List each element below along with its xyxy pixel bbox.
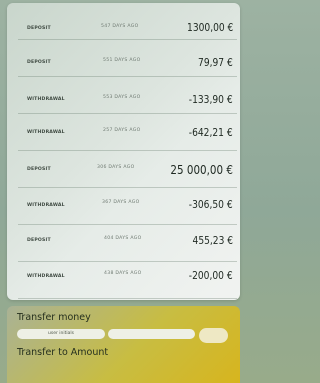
transaction-date: 257 DAYS AGO xyxy=(103,128,141,133)
transaction-row: WITHDRAWAL 553 DAYS AGO -133,90 € xyxy=(18,77,237,114)
transaction-date: 404 DAYS AGO xyxy=(104,236,142,241)
transaction-row: DEPOSIT 551 DAYS AGO 79,97 € xyxy=(18,40,237,77)
transfer-subtitle: Transfer to Amount xyxy=(17,347,109,358)
transaction-date: 367 DAYS AGO xyxy=(102,200,140,205)
transaction-row: WITHDRAWAL 438 DAYS AGO -200,00 € xyxy=(18,262,237,299)
transaction-date: 551 DAYS AGO xyxy=(103,58,141,63)
transaction-type: DEPOSIT xyxy=(27,167,51,172)
transaction-amount: 455,23 € xyxy=(192,234,233,247)
transaction-type: WITHDRAWAL xyxy=(27,203,65,208)
transactions-card: DEPOSIT 547 DAYS AGO 1300,00 € DEPOSIT 5… xyxy=(7,3,240,300)
transfer-amount-input[interactable] xyxy=(108,329,195,339)
transaction-list: DEPOSIT 547 DAYS AGO 1300,00 € DEPOSIT 5… xyxy=(18,3,237,299)
transaction-amount: 25 000,00 € xyxy=(170,162,233,177)
transaction-date: 553 DAYS AGO xyxy=(103,95,141,100)
transaction-date: 438 DAYS AGO xyxy=(104,271,142,276)
transaction-amount: -133,90 € xyxy=(189,93,233,106)
transaction-amount: 79,97 € xyxy=(198,56,233,69)
transaction-row: WITHDRAWAL 367 DAYS AGO -306,50 € xyxy=(18,188,237,225)
transaction-row: DEPOSIT 306 DAYS AGO 25 000,00 € xyxy=(18,151,237,188)
transaction-row: DEPOSIT 547 DAYS AGO 1300,00 € xyxy=(18,3,237,40)
transfer-title: Transfer money xyxy=(17,312,91,323)
transfer-submit-button[interactable] xyxy=(199,328,228,343)
transaction-amount: -200,00 € xyxy=(189,269,233,282)
transaction-type: WITHDRAWAL xyxy=(27,97,65,102)
transfer-panel: Transfer money user initials Transfer to… xyxy=(7,306,240,383)
transaction-date: 306 DAYS AGO xyxy=(97,165,135,170)
transaction-date: 547 DAYS AGO xyxy=(101,24,139,29)
transaction-type: WITHDRAWAL xyxy=(27,130,65,135)
transaction-amount: -642,21 € xyxy=(189,126,233,139)
user-initials-input[interactable]: user initials xyxy=(17,329,105,339)
transaction-row: DEPOSIT 404 DAYS AGO 455,23 € xyxy=(18,225,237,262)
transaction-type: DEPOSIT xyxy=(27,238,51,243)
transaction-type: DEPOSIT xyxy=(27,26,51,31)
transaction-type: WITHDRAWAL xyxy=(27,274,65,279)
transaction-amount: 1300,00 € xyxy=(186,21,233,34)
transaction-type: DEPOSIT xyxy=(27,60,51,65)
transaction-amount: -306,50 € xyxy=(189,198,233,211)
transaction-row: WITHDRAWAL 257 DAYS AGO -642,21 € xyxy=(18,114,237,151)
